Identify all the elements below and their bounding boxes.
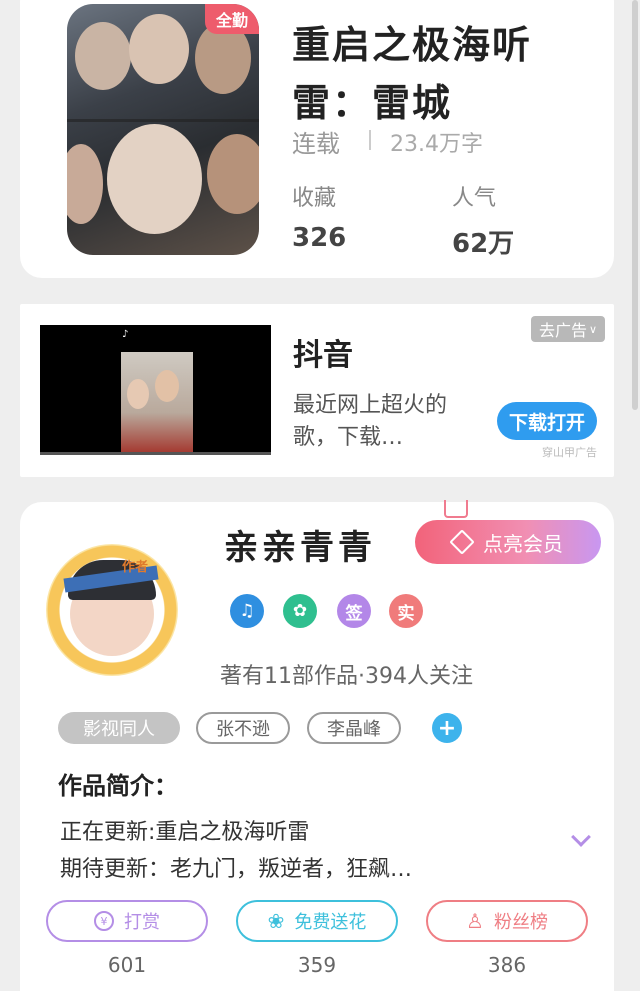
book-status: 连载 (292, 130, 340, 158)
popularity-label: 人气 (452, 186, 497, 211)
author-avatar-tag: 作者 (122, 560, 149, 575)
ad-source-label: 穿山甲广告 (542, 446, 597, 459)
book-title: 重启之极海听雷：雷城 (292, 23, 533, 125)
favorites-count: 326 (292, 223, 347, 253)
ad-title: 抖音 (293, 338, 353, 373)
popularity-count: 62万 (452, 229, 515, 259)
diamond-icon (449, 529, 475, 555)
tip-label: 打赏 (124, 912, 160, 933)
user-icon: ♙ (466, 909, 484, 933)
handshake-medal-icon[interactable]: ✿ (283, 594, 317, 628)
ad-video-thumbnail[interactable]: ♪ (40, 325, 271, 455)
music-medal-icon[interactable]: ♫ (230, 594, 264, 628)
full-attendance-badge: 全勤 (205, 4, 259, 34)
author-works-followers: 著有11部作品·394人关注 (220, 664, 473, 689)
verified-medal-icon[interactable]: 实 (389, 594, 423, 628)
tip-count: 601 (107, 953, 147, 977)
scrollbar[interactable] (632, 0, 638, 410)
intro-heading: 作品简介： (58, 772, 178, 800)
author-name[interactable]: 亲亲青青 (224, 520, 376, 569)
favorites-label: 收藏 (292, 186, 337, 211)
tag-fan-fiction[interactable]: 影视同人 (58, 712, 180, 744)
ad-description: 最近网上超火的歌，下载… (293, 393, 448, 450)
add-tag-button[interactable]: + (432, 713, 462, 743)
intro-line-expected: 期待更新：老九门，叛逆者，狂飙… (60, 857, 413, 882)
book-cover-image[interactable]: 全勤 (67, 4, 259, 255)
tiktok-icon: ♪ (122, 329, 129, 340)
divider (369, 130, 371, 150)
book-word-count: 23.4万字 (390, 132, 483, 157)
signed-medal-icon[interactable]: 签 (337, 594, 371, 628)
fan-ranking-count: 386 (487, 953, 527, 977)
download-open-button[interactable]: 下载打开 (497, 402, 597, 440)
flower-count: 359 (297, 953, 337, 977)
vip-button-label: 点亮会员 (483, 531, 563, 556)
chevron-down-icon: ∨ (588, 322, 598, 336)
tag-li-jingfeng[interactable]: 李晶峰 (307, 712, 401, 744)
tip-button[interactable]: ¥ 打赏 (46, 900, 208, 942)
author-card: 作者 亲亲青青 点亮会员 ♫ ✿ 签 实 著有11部作品·394人关注 影视同人… (20, 500, 614, 991)
send-flower-button[interactable]: ❀ 免费送花 (236, 900, 398, 942)
yen-icon: ¥ (94, 911, 114, 931)
fan-ranking-button[interactable]: ♙ 粉丝榜 (426, 900, 588, 942)
flower-icon: ❀ (267, 909, 285, 933)
book-card[interactable]: 全勤 重启之极海听雷：雷城 连载 23.4万字 收藏 326 人气 62万 (20, 0, 614, 278)
intro-line-updating: 正在更新:重启之极海听雷 (60, 820, 310, 845)
crown-icon (444, 500, 468, 518)
remove-ad-button[interactable]: 去广告 ∨ (531, 316, 605, 342)
activate-vip-button[interactable]: 点亮会员 (415, 520, 601, 564)
ad-banner[interactable]: ♪ 抖音 最近网上超火的歌，下载… 去广告 ∨ 下载打开 穿山甲广告 (20, 304, 614, 477)
fan-ranking-label: 粉丝榜 (493, 912, 548, 933)
send-flower-label: 免费送花 (294, 912, 367, 933)
chevron-down-icon[interactable] (571, 827, 591, 847)
remove-ad-label: 去广告 (538, 321, 587, 340)
video-progress-bar (40, 452, 271, 455)
tag-zhang-buxun[interactable]: 张不逊 (196, 712, 290, 744)
